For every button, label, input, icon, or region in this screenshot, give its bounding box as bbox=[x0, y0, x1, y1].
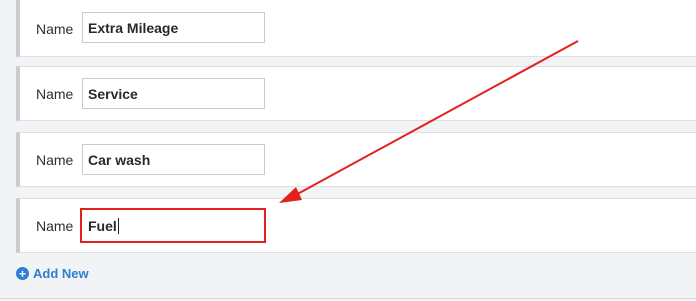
name-input-fuel-value: Fuel bbox=[88, 217, 117, 234]
name-input-extra-mileage[interactable]: Extra Mileage bbox=[82, 12, 265, 43]
name-input-fuel[interactable]: Fuel bbox=[80, 208, 266, 243]
page-root: Name Extra Mileage Name Service Name Car… bbox=[0, 0, 696, 301]
name-input-service[interactable]: Service bbox=[82, 78, 265, 109]
name-row: Name Fuel bbox=[16, 198, 696, 253]
name-row: Name Extra Mileage bbox=[16, 0, 696, 57]
add-new-button[interactable]: + Add New bbox=[16, 266, 89, 281]
name-row: Name Service bbox=[16, 66, 696, 121]
name-label: Name bbox=[36, 21, 74, 37]
name-row: Name Car wash bbox=[16, 132, 696, 187]
name-label: Name bbox=[36, 217, 74, 234]
name-label: Name bbox=[36, 85, 74, 102]
plus-circle-icon: + bbox=[16, 267, 29, 280]
add-new-label: Add New bbox=[33, 266, 89, 281]
text-caret bbox=[117, 217, 119, 234]
name-fields-panel: Name Extra Mileage Name Service Name Car… bbox=[0, 0, 696, 299]
name-input-car-wash[interactable]: Car wash bbox=[82, 144, 265, 175]
name-label: Name bbox=[36, 151, 74, 168]
